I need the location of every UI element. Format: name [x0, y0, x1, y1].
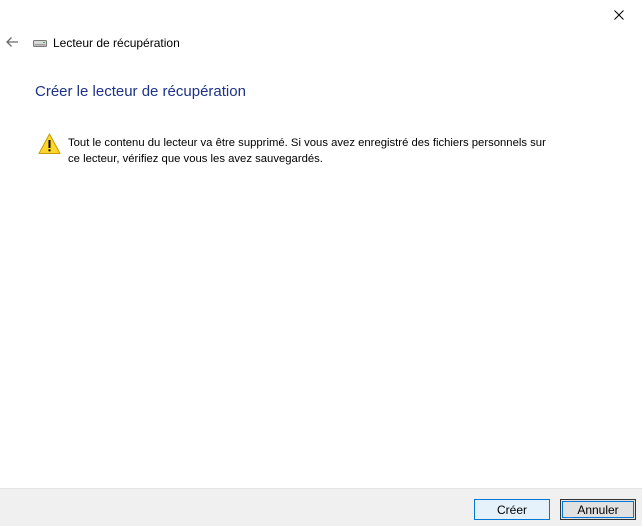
warning-icon [38, 133, 61, 154]
drive-icon [33, 38, 47, 48]
footer-bar: Créer Annuler [0, 488, 642, 526]
recovery-drive-window: Lecteur de récupération Créer le lecteur… [0, 0, 642, 526]
back-button[interactable] [2, 32, 22, 52]
close-button[interactable] [596, 0, 642, 30]
close-icon [614, 10, 624, 20]
warning-message: Tout le contenu du lecteur va être suppr… [38, 133, 548, 167]
title-bar: Lecteur de récupération [33, 35, 180, 51]
warning-text: Tout le contenu du lecteur va être suppr… [68, 137, 546, 165]
back-arrow-icon [6, 37, 18, 47]
create-button[interactable]: Créer [474, 499, 550, 520]
page-title: Créer le lecteur de récupération [35, 83, 246, 100]
cancel-button[interactable]: Annuler [560, 499, 636, 520]
window-title: Lecteur de récupération [53, 36, 180, 50]
